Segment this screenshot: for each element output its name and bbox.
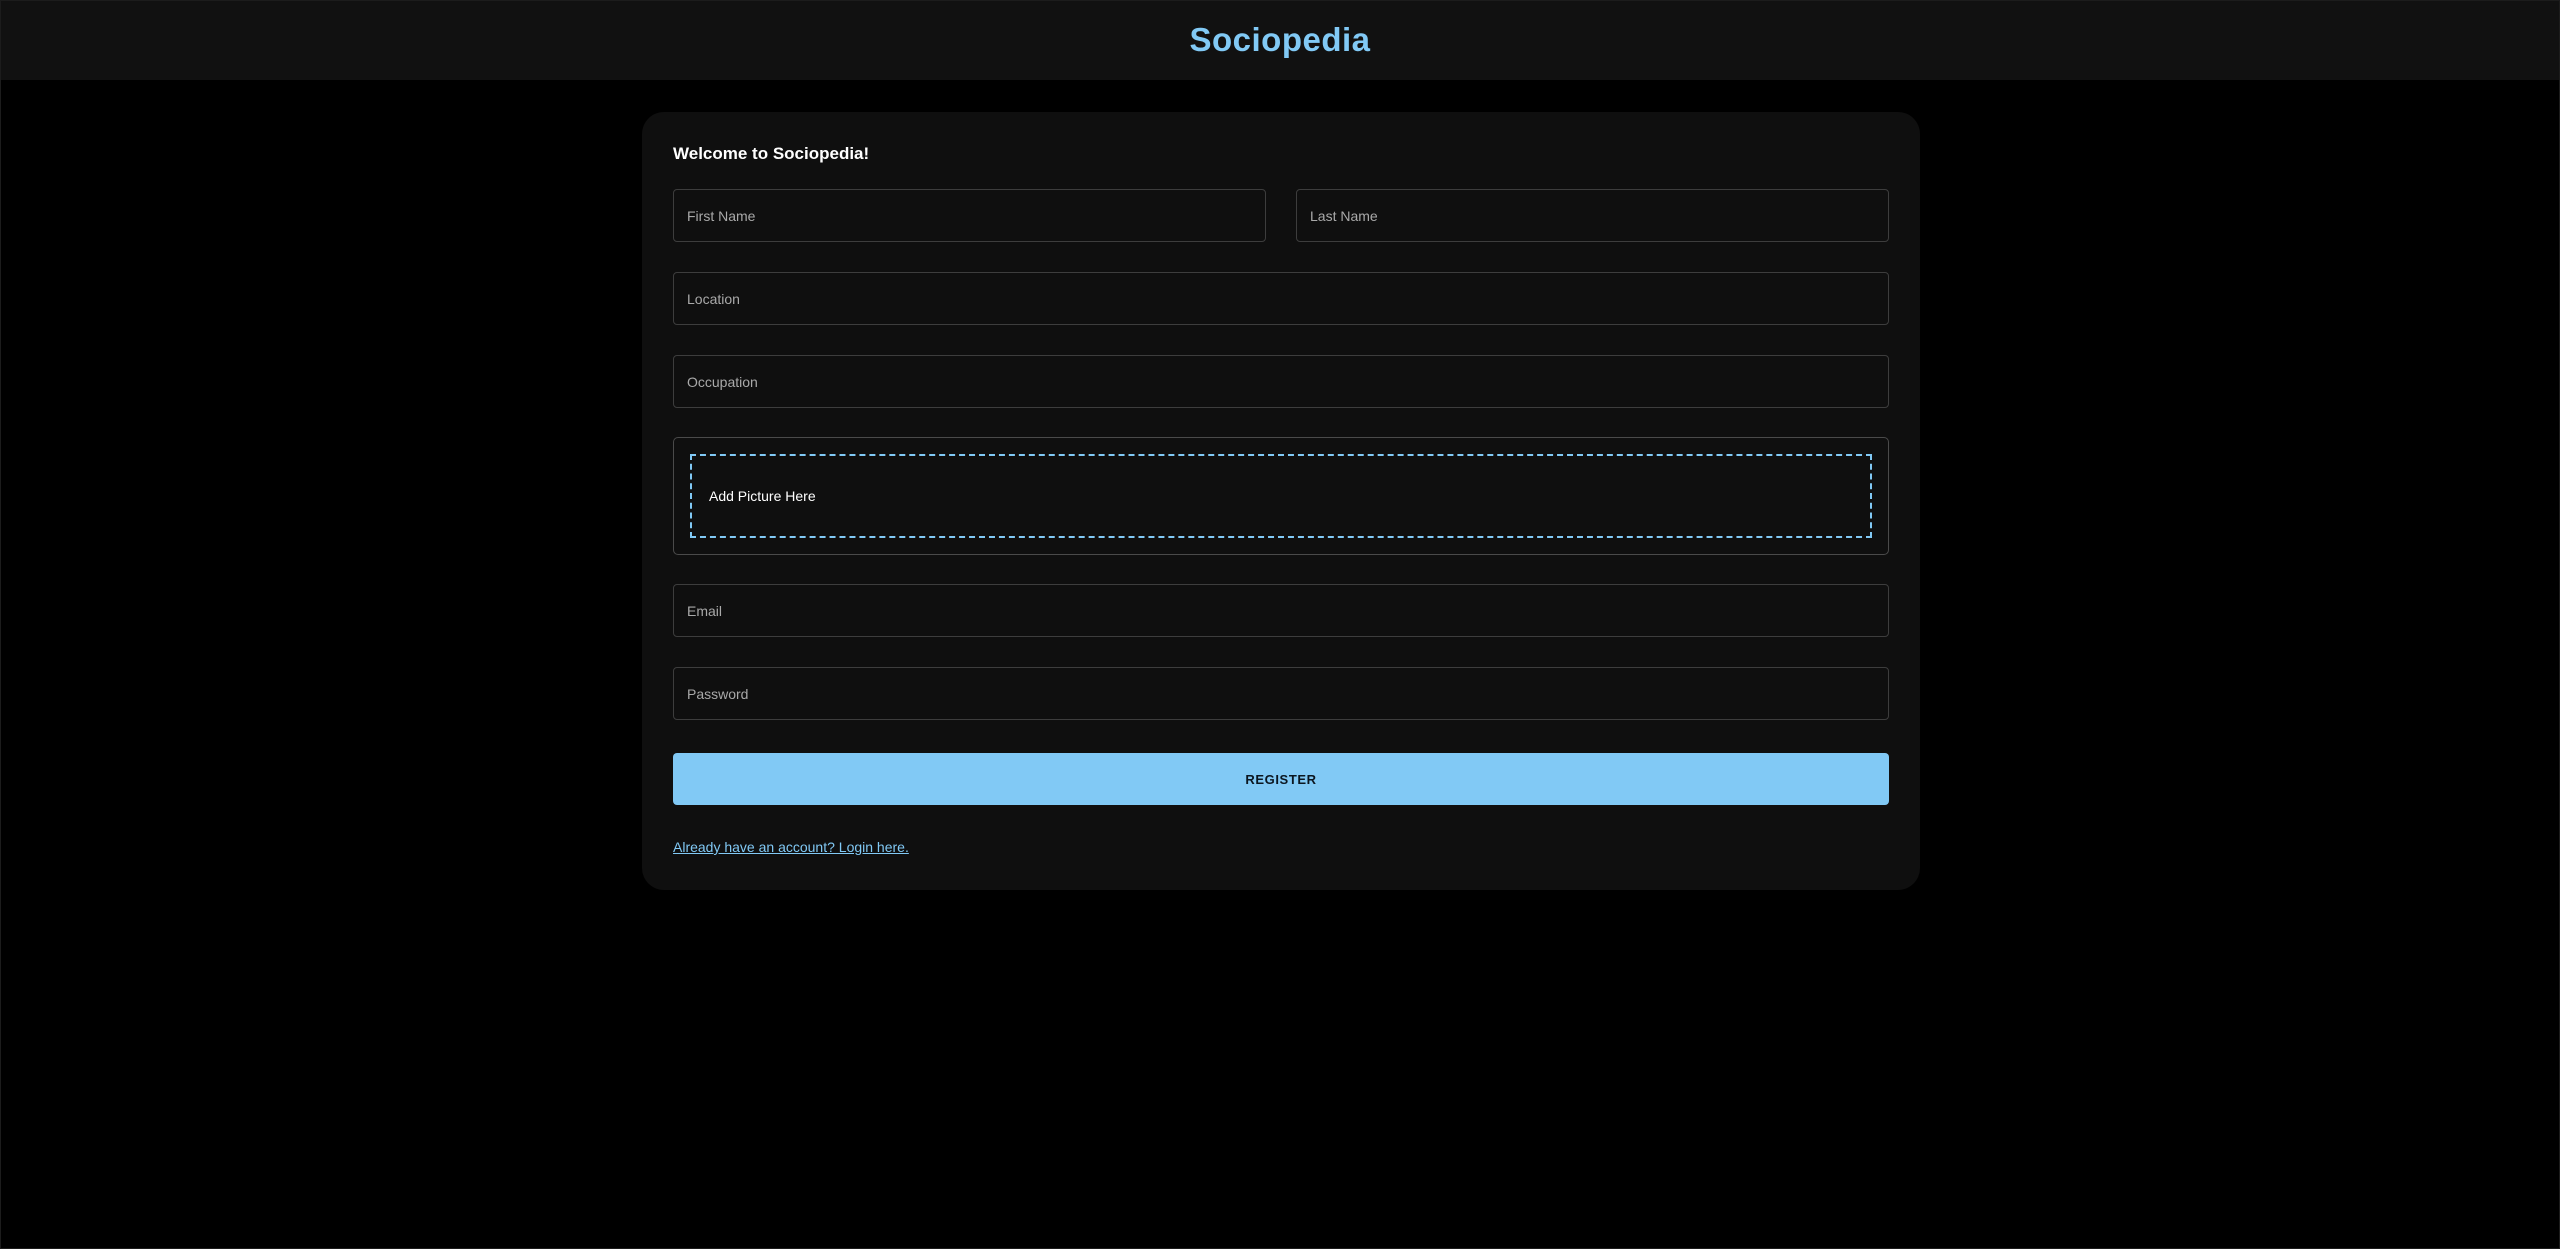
first-name-input[interactable] — [674, 190, 1265, 241]
first-name-field[interactable] — [673, 189, 1266, 242]
location-input[interactable] — [674, 273, 1888, 324]
last-name-field[interactable] — [1296, 189, 1889, 242]
password-field[interactable] — [673, 667, 1889, 720]
top-bar: Sociopedia — [1, 1, 2559, 80]
email-input[interactable] — [674, 585, 1888, 636]
picture-upload-box: Add Picture Here — [673, 437, 1889, 555]
picture-dropzone[interactable]: Add Picture Here — [690, 454, 1872, 538]
picture-dropzone-label: Add Picture Here — [709, 488, 816, 504]
occupation-input[interactable] — [674, 356, 1888, 407]
last-name-input[interactable] — [1297, 190, 1888, 241]
password-input[interactable] — [674, 668, 1888, 719]
welcome-heading: Welcome to Sociopedia! — [673, 144, 870, 163]
brand-title[interactable]: Sociopedia — [1189, 21, 1370, 59]
register-button[interactable]: REGISTER — [673, 753, 1889, 805]
location-field[interactable] — [673, 272, 1889, 325]
register-card: Welcome to Sociopedia! Add Picture Here … — [642, 112, 1920, 890]
login-link[interactable]: Already have an account? Login here. — [673, 839, 909, 855]
occupation-field[interactable] — [673, 355, 1889, 408]
app-window: Sociopedia Welcome to Sociopedia! Add Pi… — [0, 0, 2560, 1249]
email-field[interactable] — [673, 584, 1889, 637]
